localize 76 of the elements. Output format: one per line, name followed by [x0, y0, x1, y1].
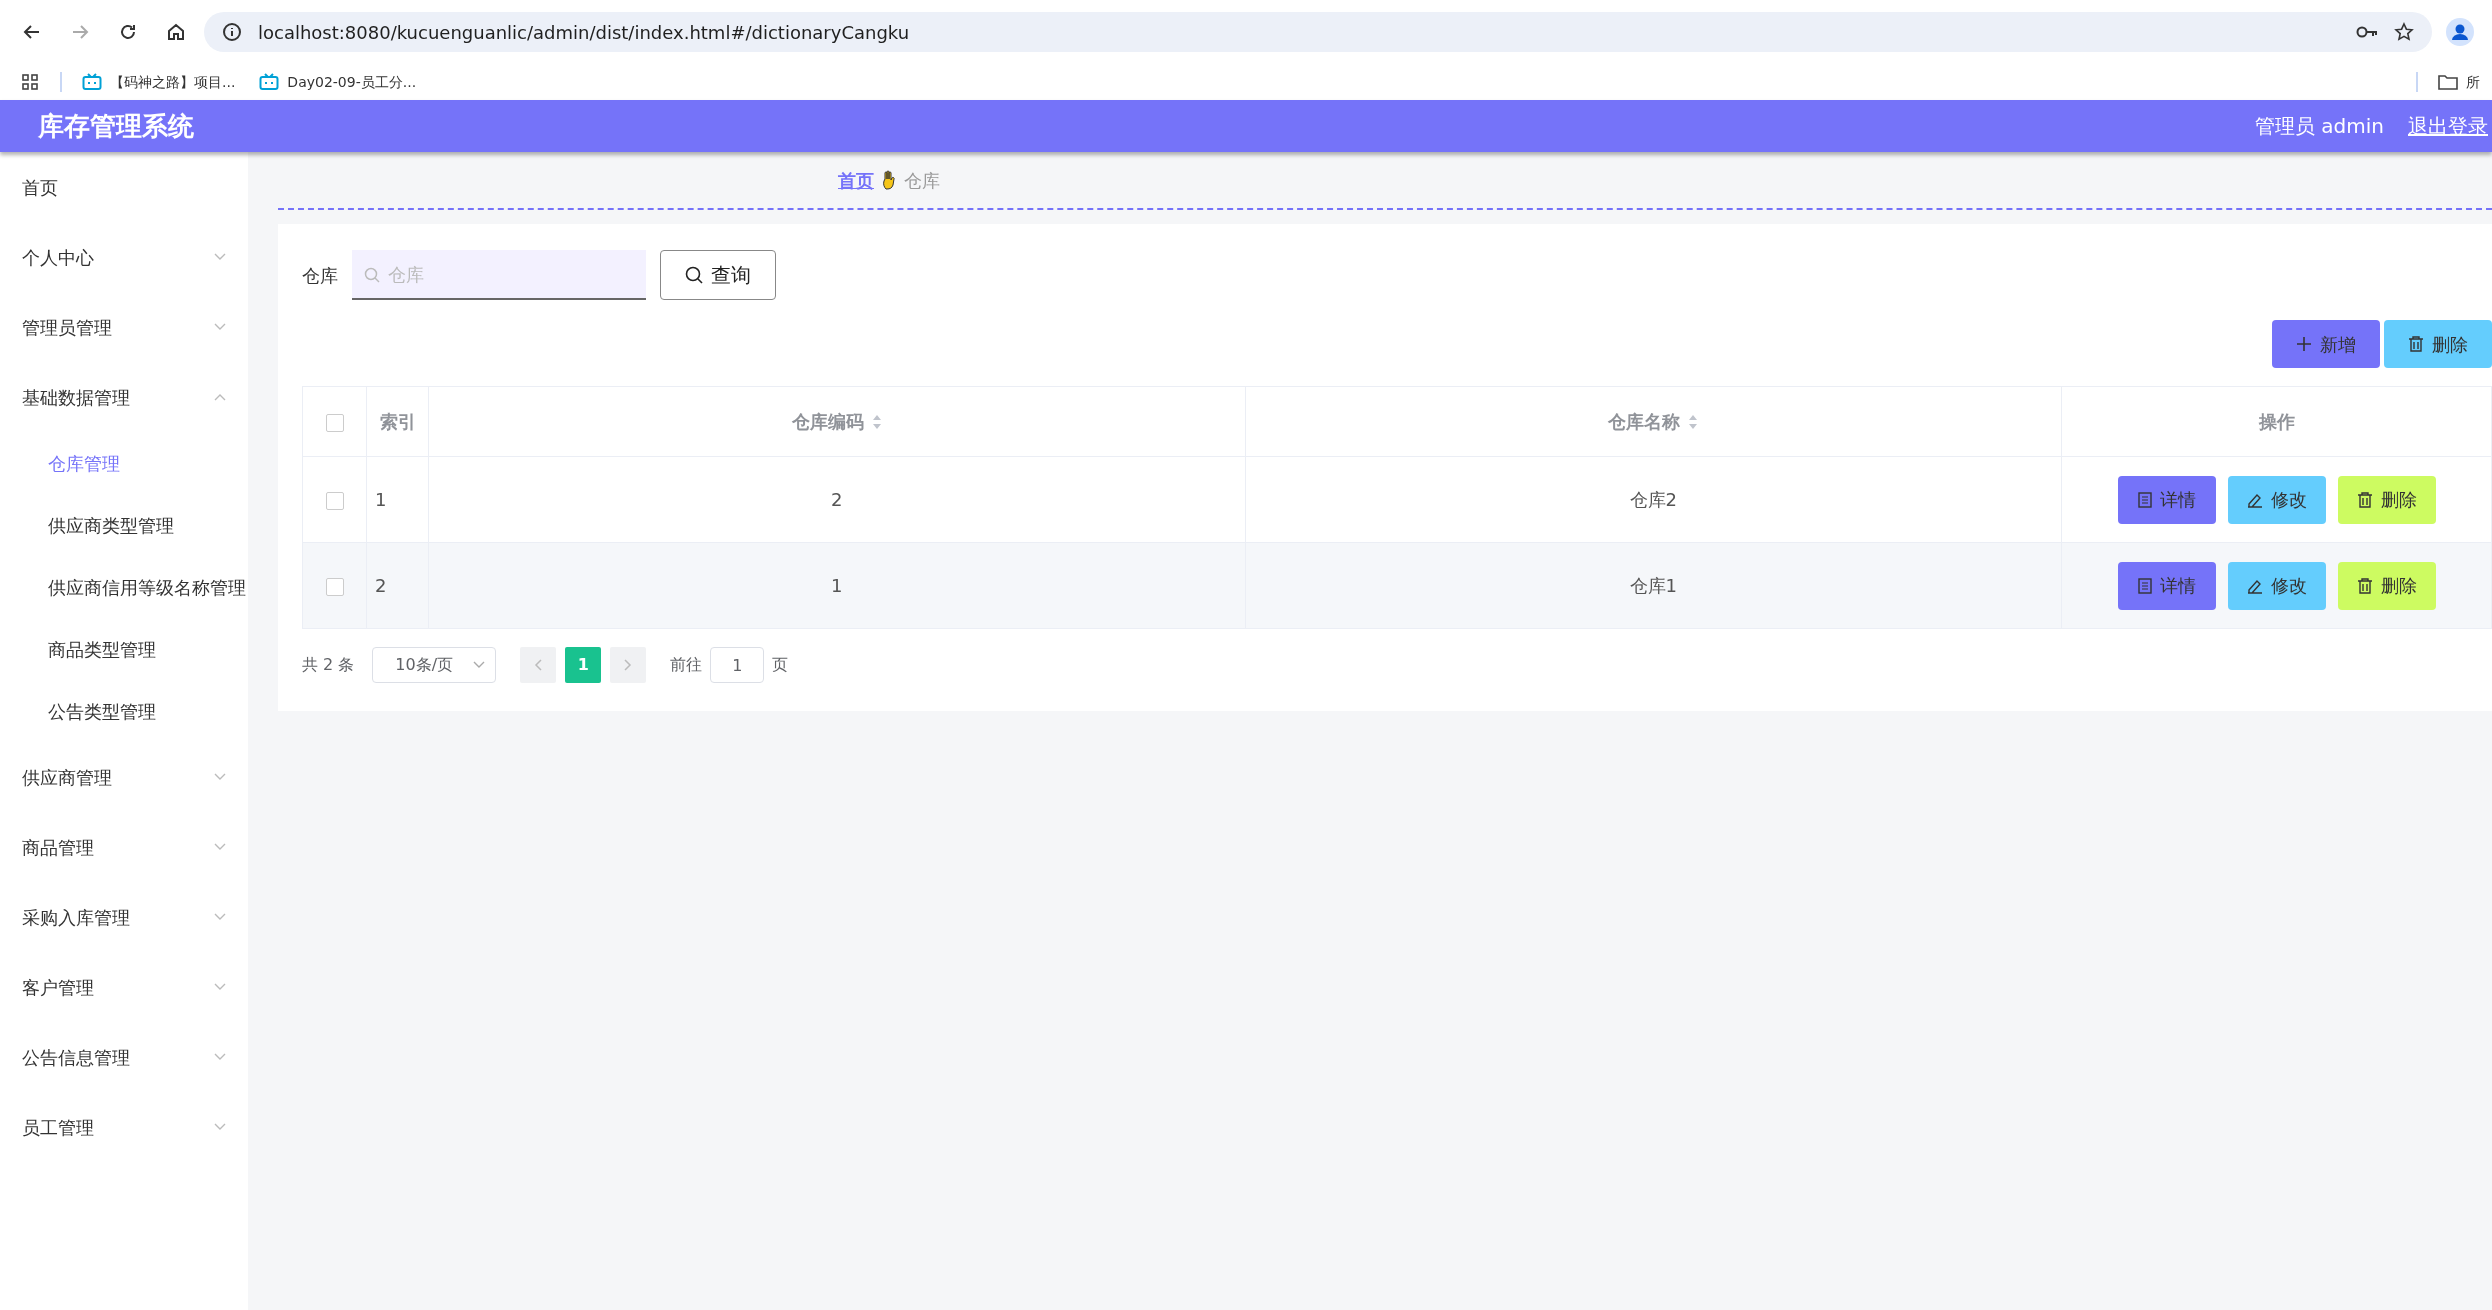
plus-icon — [2296, 336, 2312, 352]
previous-page-button[interactable] — [520, 647, 557, 683]
submenu-item[interactable]: 供应商信用等级名称管理 — [0, 556, 248, 618]
submenu-item[interactable]: 商品类型管理 — [0, 618, 248, 680]
chevron-down-icon — [473, 661, 486, 669]
bookmark[interactable]: Day02-09-员工分... — [255, 71, 421, 93]
menu-item[interactable]: 采购入库管理 — [0, 882, 248, 952]
key-icon — [2356, 25, 2378, 39]
table-cell: 1 — [428, 542, 1245, 629]
chevron-right-icon — [624, 659, 633, 671]
tv-icon — [259, 73, 280, 91]
search-field[interactable]: 仓库 — [352, 250, 646, 300]
document-icon — [2137, 491, 2152, 508]
page-suffix: 页 — [772, 654, 789, 676]
trash-icon — [2356, 577, 2373, 594]
person-icon — [2446, 18, 2474, 46]
sort-icon — [871, 413, 882, 430]
pencil-icon — [2246, 491, 2263, 508]
home-icon — [166, 22, 186, 42]
edit-button[interactable]: 修改 — [2227, 561, 2326, 610]
url-text: localhost:8080/kucuenguanlic/admin/dist/index.html#/dictionaryCangku — [258, 20, 911, 45]
trash-icon — [2408, 336, 2424, 352]
logout-link[interactable]: 退出登录 — [2408, 111, 2492, 141]
select-all-checkbox[interactable] — [325, 414, 344, 432]
tv-icon — [82, 73, 102, 91]
search-label: 仓库 — [302, 263, 338, 288]
address-bar[interactable]: localhost:8080/kucuenguanlic/admin/dist/index.html#/dictionaryCangku — [204, 12, 2432, 52]
search-icon — [685, 266, 703, 284]
menu-item[interactable]: 首页 — [0, 152, 248, 222]
hand-icon — [882, 170, 896, 190]
trash-icon — [2356, 491, 2373, 508]
column-header: 操作 — [2258, 410, 2295, 434]
row-checkbox[interactable] — [325, 492, 344, 510]
submenu-item[interactable]: 供应商类型管理 — [0, 494, 248, 556]
page-size-select[interactable]: 10条/页 — [372, 647, 497, 683]
menu-item[interactable]: 客户管理 — [0, 952, 248, 1022]
menu-item[interactable]: 个人中心 — [0, 222, 248, 292]
folder-icon — [2438, 74, 2458, 90]
table-cell: 仓库2 — [1245, 456, 2062, 543]
submenu-item[interactable]: 仓库管理 — [0, 432, 248, 494]
document-icon — [2137, 577, 2152, 594]
next-page-button[interactable] — [610, 647, 647, 683]
sort-icon — [1688, 413, 1699, 430]
search-icon — [364, 267, 380, 283]
goto-label: 前往 — [670, 654, 703, 676]
submenu-item[interactable]: 公告类型管理 — [0, 680, 248, 742]
app-title: 库存管理系统 — [37, 109, 195, 143]
table-cell: 1 — [366, 456, 429, 543]
table-cell: 2 — [366, 542, 429, 629]
row-checkbox[interactable] — [325, 578, 344, 596]
page-input[interactable]: 1 — [710, 647, 765, 683]
star-icon — [2394, 22, 2414, 42]
menu-item[interactable]: 商品管理 — [0, 812, 248, 882]
bookmarks-folder[interactable]: 所 — [2434, 71, 2484, 93]
table-cell: 仓库1 — [1245, 542, 2062, 629]
column-header: 索引 — [379, 410, 416, 434]
menu-item[interactable]: 基础数据管理 — [0, 362, 248, 432]
chevron-left-icon — [534, 659, 543, 671]
menu-item[interactable]: 供应商管理 — [0, 742, 248, 812]
table-cell: 2 — [428, 456, 1245, 543]
pencil-icon — [2246, 577, 2263, 594]
info-icon — [222, 22, 242, 42]
edit-button[interactable]: 修改 — [2227, 475, 2326, 524]
menu-item[interactable]: 公告信息管理 — [0, 1022, 248, 1092]
grid-icon — [22, 74, 38, 90]
menu-item[interactable]: 员工管理 — [0, 1092, 248, 1162]
bookmark[interactable]: 【码神之路】项目... — [78, 71, 240, 93]
user-name: 管理员 admin — [2254, 113, 2384, 140]
breadcrumb-current: 仓库 — [904, 168, 940, 193]
reload-icon — [118, 22, 138, 42]
delete-button[interactable]: 删除 — [2337, 561, 2436, 610]
menu-item[interactable]: 管理员管理 — [0, 292, 248, 362]
delete-button[interactable]: 删除 — [2384, 320, 2492, 368]
search-button[interactable]: 查询 — [660, 250, 776, 300]
total-count: 共 2 条 — [302, 654, 355, 676]
delete-button[interactable]: 删除 — [2337, 475, 2436, 524]
